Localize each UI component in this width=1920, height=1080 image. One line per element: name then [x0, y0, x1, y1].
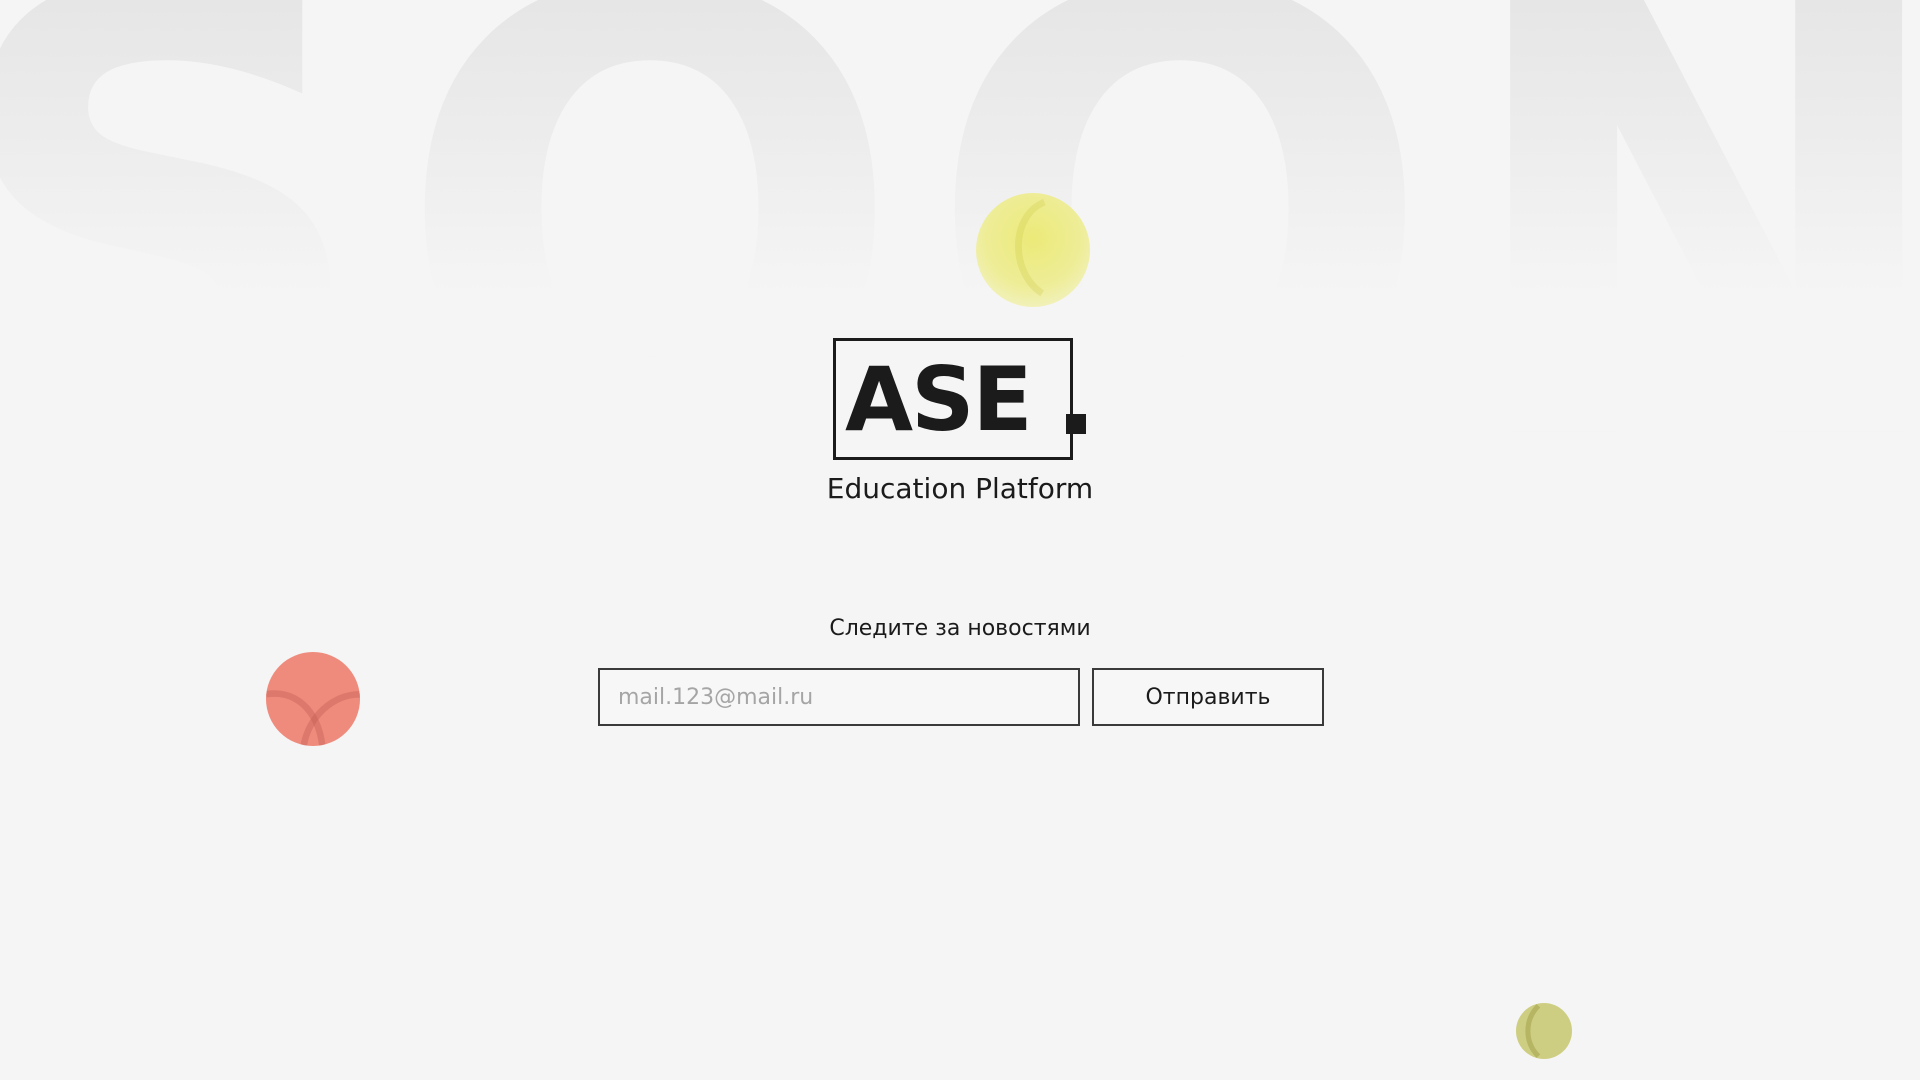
yellow-circle-arc — [1015, 198, 1046, 297]
logo-period-square — [1066, 414, 1086, 434]
logo-subtitle: Education Platform — [826, 472, 1094, 505]
newsletter-heading: Следите за новостями — [829, 616, 1091, 641]
email-input[interactable] — [598, 668, 1080, 726]
logo-mark: ASE — [845, 348, 1033, 451]
submit-button[interactable]: Отправить — [1092, 668, 1324, 726]
ase-logo: ASE — [833, 338, 1083, 464]
salmon-decor-circle — [266, 652, 360, 746]
salmon-circle-arcs — [266, 690, 360, 746]
olive-circle-arc — [1525, 1004, 1541, 1058]
page: SOON ASE Education Platform Следите за н… — [0, 0, 1920, 1080]
olive-decor-circle — [1516, 1003, 1572, 1059]
yellow-decor-circle — [976, 193, 1090, 307]
